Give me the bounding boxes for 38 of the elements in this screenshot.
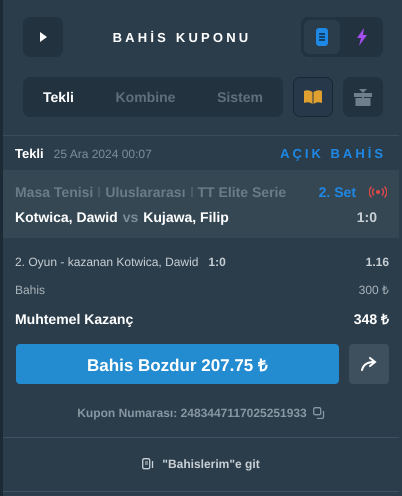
share-arrow-icon [360,357,378,371]
document-icon [316,28,328,46]
breadcrumb-item: Masa Tenisi [15,184,94,200]
lightning-icon [356,28,368,46]
match-period: 2. Set [318,184,356,200]
odds-value: 1.16 [366,255,389,269]
tab[interactable]: Tekli [39,83,78,111]
play-button[interactable] [23,17,63,57]
mode-button[interactable] [304,20,340,54]
selection-score: 1:0 [208,255,226,269]
away-player: Kujawa, Filip [143,209,229,225]
book-button[interactable] [293,77,333,117]
gift-button[interactable] [343,77,383,117]
bet-type: Tekli [15,146,44,161]
tab[interactable]: Kombine [112,83,180,111]
coupon-number: Kupon Numarası: 2483447117025251933 [77,406,307,420]
copy-icon[interactable] [312,407,325,419]
bet-date: 25 Ara 2024 00:07 [54,146,152,160]
stake-label: Bahis [15,282,46,296]
bets-icon [142,458,154,470]
panel-title: BAHİS KUPONU [112,30,252,44]
potential-win-value: 348 ₺ [354,310,389,328]
play-icon [40,32,46,42]
my-bets-link[interactable]: "Bahislerim"e git [162,457,260,471]
breadcrumb-item: TT Elite Serie [198,184,286,200]
tab[interactable]: Sistem [213,83,267,111]
selection-name: 2. Oyun - kazanan Kotwica, Dawid [15,255,198,269]
stake-value: 300 ₺ [358,282,389,298]
share-button[interactable] [349,344,389,384]
bet-status: AÇIK BAHİS [280,146,386,161]
breadcrumb-item: Uluslararası [105,184,186,200]
versus-label: vs [122,209,138,225]
cashout-button[interactable]: Bahis Bozdur 207.75 ₺ [16,344,339,384]
potential-win-label: Muhtemel Kazanç [15,310,134,326]
gift-icon [354,88,372,106]
home-player: Kotwica, Dawid [15,209,118,225]
book-icon [304,90,322,104]
match-score: 1:0 [356,209,377,225]
